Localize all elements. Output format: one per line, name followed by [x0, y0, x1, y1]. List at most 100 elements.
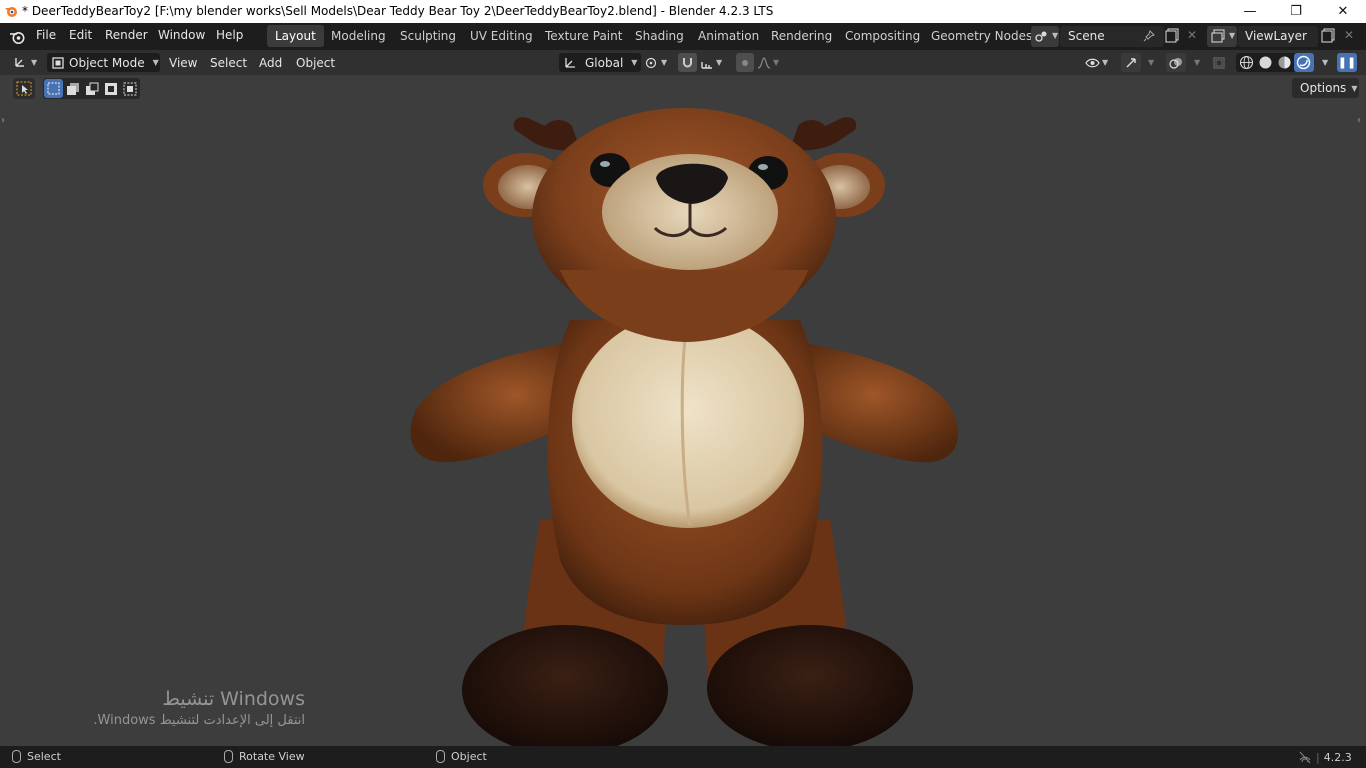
- minimize-button[interactable]: —: [1227, 0, 1273, 23]
- menu-view[interactable]: View: [169, 53, 197, 72]
- view-layer-icon: [1211, 29, 1225, 43]
- snap-increment-icon: [701, 61, 712, 69]
- network-off-icon: [1299, 751, 1311, 764]
- tab-animation[interactable]: Animation: [690, 25, 767, 47]
- falloff-button[interactable]: ▼: [757, 53, 785, 72]
- solid-shading-icon[interactable]: [1258, 55, 1273, 70]
- object-visibility-button[interactable]: ▼: [1085, 53, 1115, 72]
- status-version: | 4.2.3: [1298, 750, 1352, 764]
- menu-add[interactable]: Add: [259, 53, 282, 72]
- menu-edit[interactable]: Edit: [69, 28, 92, 42]
- sidebar-toggle-button[interactable]: ❚❚: [1337, 53, 1357, 72]
- rendered-shading-icon: [1296, 55, 1311, 70]
- chevron-down-icon: ▼: [1229, 31, 1236, 40]
- 3d-viewport[interactable]: Options ▼ › ‹ Windows تنشيط انتقل إلى ال…: [0, 75, 1366, 746]
- mouse-middle-icon: [224, 750, 233, 763]
- xray-toggle-icon[interactable]: [1212, 56, 1226, 70]
- falloff-curve-icon: [757, 56, 771, 69]
- mouse-right-icon: [436, 750, 445, 763]
- status-object-label: Object: [451, 750, 487, 763]
- menu-help[interactable]: Help: [216, 28, 243, 42]
- eye-icon: [1085, 58, 1100, 67]
- scene-selector-button[interactable]: ▼: [1031, 26, 1059, 47]
- blender-logo-icon: [5, 7, 17, 17]
- editor-type-button[interactable]: ▼: [8, 53, 40, 72]
- object-mode-dropdown[interactable]: Object Mode ▼: [47, 53, 160, 72]
- axes-editor-icon: [15, 58, 24, 67]
- view-layer-selector-button[interactable]: ▼: [1207, 26, 1237, 47]
- proportional-editing-icon: [742, 59, 748, 66]
- snap-target-button[interactable]: ▼: [700, 53, 728, 72]
- viewport-header: ▼ Object Mode ▼ View Select Add Object G…: [0, 50, 1366, 75]
- chevron-down-icon: ▼: [31, 58, 38, 67]
- status-select-hint: Select: [12, 750, 61, 763]
- transform-orientation-dropdown[interactable]: Global ▼: [559, 53, 641, 72]
- chevron-down-icon: ▼: [716, 58, 723, 67]
- material-preview-icon[interactable]: [1277, 55, 1292, 70]
- tab-geometry-nodes[interactable]: Geometry Nodes: [923, 25, 1040, 47]
- orientation-axes-icon: [565, 57, 575, 68]
- chevron-down-icon: ▼: [1102, 58, 1109, 67]
- menu-object[interactable]: Object: [296, 53, 335, 72]
- transform-orientation-label: Global: [585, 55, 624, 70]
- blender-version-label: 4.2.3: [1323, 750, 1352, 764]
- object-mode-icon: [52, 56, 64, 69]
- new-view-layer-icon[interactable]: [1321, 28, 1336, 43]
- object-mode-label: Object Mode: [69, 55, 145, 70]
- status-select-label: Select: [27, 750, 61, 763]
- gizmo-toggle-button[interactable]: [1121, 53, 1141, 72]
- close-window-button[interactable]: ✕: [1320, 0, 1366, 23]
- watermark-line-2: انتقل إلى الإعدادت لتنشيط Windows.: [93, 713, 305, 728]
- status-rotate-label: Rotate View: [239, 750, 305, 763]
- status-rotate-hint: Rotate View: [224, 750, 305, 763]
- scene-name: Scene: [1068, 29, 1105, 43]
- tab-texture-paint[interactable]: Texture Paint: [537, 25, 630, 47]
- chevron-down-icon: ▼: [631, 58, 638, 67]
- menu-select[interactable]: Select: [210, 53, 247, 72]
- delete-view-layer-icon[interactable]: ✕: [1344, 28, 1354, 42]
- menu-render[interactable]: Render: [105, 28, 148, 42]
- overlays-toggle-button[interactable]: [1166, 53, 1186, 72]
- maximize-button[interactable]: ❐: [1273, 0, 1319, 23]
- blender-menu-icon[interactable]: [9, 29, 25, 45]
- menu-window[interactable]: Window: [158, 28, 205, 42]
- tab-shading[interactable]: Shading: [627, 25, 692, 47]
- delete-scene-icon[interactable]: ✕: [1187, 28, 1197, 42]
- scene-icon: [1035, 31, 1047, 42]
- status-object-hint: Object: [436, 750, 487, 763]
- gizmo-dropdown-chevron-icon[interactable]: ▼: [1148, 58, 1154, 67]
- scene-name-field[interactable]: Scene: [1060, 26, 1164, 47]
- chevron-down-icon: ▼: [1052, 31, 1059, 40]
- snap-toggle-button[interactable]: [678, 53, 697, 72]
- rendered-shading-button[interactable]: [1294, 53, 1314, 72]
- watermark-line-1: Windows تنشيط: [162, 688, 305, 710]
- wireframe-shading-icon[interactable]: [1239, 55, 1254, 70]
- overlays-dropdown-chevron-icon[interactable]: ▼: [1194, 58, 1200, 67]
- tab-modeling[interactable]: Modeling: [323, 25, 394, 47]
- status-bar: Select Rotate View Object | 4.2.3: [0, 746, 1366, 768]
- chevron-down-icon: ▼: [152, 58, 159, 67]
- tab-compositing[interactable]: Compositing: [837, 25, 928, 47]
- window-title-bar: * DeerTeddyBearToy2 [F:\my blender works…: [0, 0, 1366, 23]
- magnet-icon: [683, 58, 692, 68]
- proportional-editing-button[interactable]: [736, 53, 754, 72]
- shading-dropdown-chevron-icon[interactable]: ▼: [1322, 58, 1328, 67]
- mouse-left-icon: [12, 750, 21, 763]
- tab-rendering[interactable]: Rendering: [763, 25, 840, 47]
- pivot-point-button[interactable]: ▼: [645, 53, 672, 72]
- top-bar: File Edit Render Window Help Layout Mode…: [0, 23, 1366, 50]
- tab-layout[interactable]: Layout: [267, 25, 324, 47]
- deer-teddy-bear-model[interactable]: [0, 75, 1366, 746]
- gizmo-icon: [1126, 57, 1136, 67]
- chevron-down-icon: ▼: [661, 58, 668, 67]
- view-layer-name-field[interactable]: ViewLayer: [1238, 26, 1318, 47]
- tab-uv-editing[interactable]: UV Editing: [462, 25, 541, 47]
- pivot-point-icon: [645, 57, 657, 68]
- tab-sculpting[interactable]: Sculpting: [392, 25, 464, 47]
- pause-icon: ❚❚: [1337, 56, 1357, 69]
- view-layer-name: ViewLayer: [1245, 29, 1307, 43]
- new-scene-icon[interactable]: [1165, 28, 1180, 43]
- menu-file[interactable]: File: [36, 28, 56, 42]
- windows-activation-watermark: Windows تنشيط انتقل إلى الإعدادت لتنشيط …: [40, 688, 305, 728]
- pin-icon[interactable]: [1143, 30, 1155, 42]
